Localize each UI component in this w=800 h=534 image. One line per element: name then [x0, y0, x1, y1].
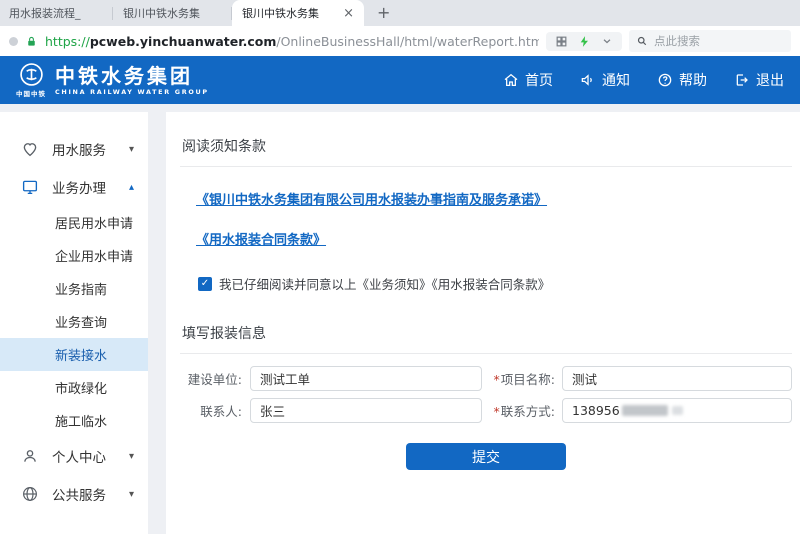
speed-mode-icon[interactable]: [578, 35, 591, 48]
sidebar-group-label: 公共服务: [52, 484, 106, 504]
site-subtitle: CHINA RAILWAY WATER GROUP: [55, 88, 209, 96]
nav-label: 首页: [525, 70, 553, 90]
lock-icon: [25, 35, 38, 48]
nav-notifications[interactable]: 通知: [580, 70, 630, 90]
nav-logout[interactable]: 退出: [734, 70, 784, 90]
chevron-down-icon: ▾: [129, 451, 134, 462]
tab-strip: 用水报装流程_ 银川中铁水务集 银川中铁水务集 × +: [0, 0, 800, 26]
browser-tab-active[interactable]: 银川中铁水务集 ×: [232, 0, 364, 26]
submit-button[interactable]: 提交: [406, 443, 566, 470]
contact-person-input[interactable]: [250, 398, 482, 423]
sidebar-group-label: 个人中心: [52, 446, 106, 466]
url-scheme: https://: [45, 34, 90, 49]
sidebar-group-label: 业务办理: [52, 177, 106, 197]
reader-mode-icon[interactable]: [555, 35, 568, 48]
person-icon: [21, 447, 39, 465]
sidebar-item-business-query[interactable]: 业务查询: [0, 305, 148, 338]
nav-home[interactable]: 首页: [503, 70, 553, 90]
url-bar[interactable]: https://pcweb.yinchuanwater.com/OnlineBu…: [45, 34, 539, 49]
chevron-down-icon: ▾: [129, 489, 134, 500]
monitor-icon: [21, 178, 39, 196]
url-domain: pcweb.yinchuanwater.com: [90, 34, 277, 49]
tab-title: 银川中铁水务集: [123, 5, 200, 21]
nav-label: 帮助: [679, 70, 707, 90]
header-nav: 首页 通知 帮助: [503, 70, 784, 90]
agree-checkbox-row[interactable]: ✓ 我已仔细阅读并同意以上《业务须知》《用水报装合同条款》: [198, 274, 792, 293]
checkbox-checked-icon[interactable]: ✓: [198, 277, 212, 291]
section-divider: [180, 353, 792, 354]
construction-unit-label: 建设单位:: [180, 369, 242, 388]
browser-tab-1[interactable]: 用水报装流程_: [0, 0, 112, 26]
chevron-down-icon[interactable]: [601, 35, 613, 47]
search-icon: [636, 35, 648, 47]
main-content: 阅读须知条款 《银川中铁水务集团有限公司用水报装办事指南及服务承诺》 《用水报装…: [166, 112, 800, 534]
sidebar: 用水服务 ▾ 业务办理 ▴ 居民用水申请 企业用水申请 业务指南 业务查询 新装…: [0, 112, 148, 534]
form-row-2: 联系人: *联系方式: 138956: [180, 398, 792, 423]
speaker-icon: [580, 72, 596, 88]
nav-help[interactable]: 帮助: [657, 70, 707, 90]
home-icon: [503, 72, 519, 88]
site-title: 中铁水务集团: [55, 65, 209, 87]
contact-phone-label: *联系方式:: [482, 401, 555, 420]
sidebar-group-water-service[interactable]: 用水服务 ▾: [0, 130, 148, 168]
sidebar-item-municipal-greening[interactable]: 市政绿化: [0, 371, 148, 404]
browser-tab-2[interactable]: 银川中铁水务集: [113, 0, 231, 26]
browser-window: 用水报装流程_ 银川中铁水务集 银川中铁水务集 × + https://pcwe…: [0, 0, 800, 534]
site-logo: 中国中铁 中铁水务集团 CHINA RAILWAY WATER GROUP: [16, 62, 209, 98]
globe-icon: [21, 485, 39, 503]
heart-icon: [21, 140, 39, 158]
url-path: /OnlineBusinessHall/html/waterReport.htm…: [276, 34, 539, 49]
phone-value: 138956: [572, 403, 620, 418]
nav-label: 退出: [756, 70, 784, 90]
chevron-up-icon: ▴: [129, 182, 134, 193]
tab-title: 银川中铁水务集: [242, 5, 319, 21]
nav-label: 通知: [602, 70, 630, 90]
required-star: *: [494, 372, 500, 387]
project-name-label: *项目名称:: [482, 369, 555, 388]
required-star: *: [494, 404, 500, 419]
contact-person-label: 联系人:: [180, 401, 242, 420]
site-icon: [9, 37, 18, 46]
browser-search-box[interactable]: [629, 30, 791, 52]
sidebar-item-business-guide[interactable]: 业务指南: [0, 272, 148, 305]
sidebar-group-public-service[interactable]: 公共服务 ▾: [0, 475, 148, 513]
section-divider: [180, 166, 792, 167]
contact-phone-input[interactable]: 138956: [562, 398, 792, 423]
chevron-down-icon: ▾: [129, 144, 134, 155]
agree-text: 我已仔细阅读并同意以上《业务须知》《用水报装合同条款》: [219, 274, 550, 293]
toolbar-icon-cluster: [546, 32, 622, 51]
browser-toolbar: https://pcweb.yinchuanwater.com/OnlineBu…: [0, 26, 800, 56]
sidebar-group-personal-center[interactable]: 个人中心 ▾: [0, 437, 148, 475]
sidebar-item-resident-application[interactable]: 居民用水申请: [0, 206, 148, 239]
sidebar-group-business[interactable]: 业务办理 ▴: [0, 168, 148, 206]
help-icon: [657, 72, 673, 88]
redacted-phone-digits: [672, 406, 683, 415]
sidebar-item-enterprise-application[interactable]: 企业用水申请: [0, 239, 148, 272]
close-icon[interactable]: ×: [337, 6, 354, 21]
notice-section-title: 阅读须知条款: [182, 136, 792, 156]
logo-mark-text: 中国中铁: [16, 88, 46, 98]
redacted-phone-digits: [622, 405, 668, 416]
site-header: 中国中铁 中铁水务集团 CHINA RAILWAY WATER GROUP 首页: [0, 56, 800, 104]
contract-terms-link[interactable]: 《用水报装合同条款》: [196, 229, 326, 248]
construction-unit-input[interactable]: [250, 366, 482, 391]
sidebar-item-new-connection[interactable]: 新装接水: [0, 338, 148, 371]
logout-icon: [734, 72, 750, 88]
form-section-title: 填写报装信息: [182, 323, 792, 343]
search-input[interactable]: [654, 34, 784, 48]
service-guide-link[interactable]: 《银川中铁水务集团有限公司用水报装办事指南及服务承诺》: [196, 189, 547, 208]
project-name-input[interactable]: [562, 366, 792, 391]
crec-emblem-icon: 中国中铁: [16, 62, 46, 98]
tab-title: 用水报装流程_: [9, 5, 81, 21]
form-row-1: 建设单位: *项目名称:: [180, 366, 792, 391]
sidebar-group-label: 用水服务: [52, 139, 106, 159]
new-tab-button[interactable]: +: [377, 5, 390, 21]
sidebar-item-construction-water[interactable]: 施工临水: [0, 404, 148, 437]
